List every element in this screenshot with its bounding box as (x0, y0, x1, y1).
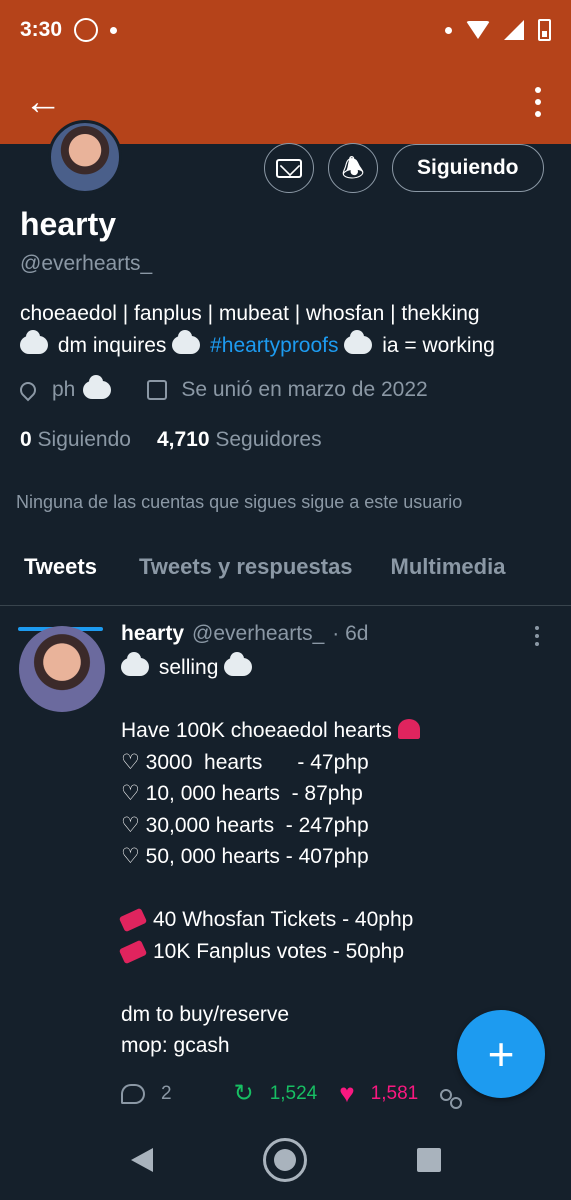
following-count-link[interactable]: 0 Siguiendo (20, 428, 131, 452)
cloud-icon (20, 330, 48, 354)
notification-dot-icon (110, 26, 118, 34)
ticket-icon (118, 907, 148, 933)
followers-count: 4,710 (156, 428, 210, 451)
signal-icon (504, 20, 524, 40)
bio-line-2: dm inquires #heartyproofs ia = working (20, 330, 560, 362)
bio-dm-inquires: dm inquires (57, 334, 167, 357)
tweet-selling-text: selling (158, 656, 219, 679)
profile-tabs: Tweets Tweets y respuestas Multimedia (0, 548, 571, 631)
mutual-followers-notice: Ninguna de las cuentas que sigues sigue … (16, 492, 463, 512)
cloud-icon (172, 330, 201, 354)
cloud-icon (121, 652, 149, 676)
tweet-price-line: ♡ 10, 000 hearts - 87php (121, 782, 363, 805)
tweet-have-text: Have 100K choeaedol hearts (121, 719, 392, 742)
tweet-author-handle: @everhearts_ (192, 622, 325, 645)
more-options-icon[interactable] (529, 83, 547, 121)
tweet-price-line: ♡ 50, 000 hearts - 407php (121, 845, 369, 868)
tweet-price-line: ♡ 3000 hearts - 47php (121, 750, 369, 774)
profile-bio: choeaedol | fanplus | mubeat | whosfan |… (20, 298, 560, 362)
tweet-ticket-text: 40 Whosfan Tickets - 40php (153, 908, 414, 931)
retweet-icon: ↻ (233, 1080, 254, 1107)
notification-dot-icon (445, 26, 452, 34)
cloud-icon (224, 652, 253, 676)
cloud-icon (83, 375, 112, 399)
reply-button[interactable]: 2 (121, 1083, 172, 1105)
status-time: 3:30 (20, 18, 63, 41)
profile-actions: 🕭 Siguiendo (264, 143, 544, 193)
share-button[interactable] (440, 1083, 463, 1109)
system-nav-bar (0, 1120, 571, 1200)
battery-icon (538, 19, 551, 41)
followers-count-link[interactable]: 4,710 Seguidores (157, 428, 322, 452)
message-button[interactable] (264, 143, 314, 193)
cloud-icon (344, 330, 373, 354)
following-button[interactable]: Siguiendo (392, 144, 544, 192)
tab-tweets[interactable]: Tweets (18, 548, 103, 631)
retweet-button[interactable]: ↻ 1,524 (234, 1079, 318, 1108)
nav-back-icon[interactable] (130, 1148, 153, 1172)
tweet-line-have: Have 100K choeaedol hearts (121, 715, 551, 747)
status-bar: 3:30 (0, 0, 571, 60)
tweet-ticket-line: 10K Fanplus votes - 50php (118, 936, 551, 968)
ticket-icon (118, 939, 148, 964)
following-label: Siguiendo (37, 428, 131, 451)
tweet-time: · 6d (332, 622, 369, 645)
like-button[interactable]: ♥ 1,581 (339, 1078, 418, 1109)
tweet-ticket-text: 10K Fanplus votes - 50php (153, 939, 404, 963)
tweet-ticket-line: 40 Whosfan Tickets - 40php (118, 904, 551, 936)
tweet-price-line: ♡ 30,000 hearts - 247php (121, 813, 369, 837)
following-count: 0 (20, 428, 32, 451)
share-icon (440, 1083, 463, 1109)
tweet-line-selling: selling (121, 652, 551, 684)
wifi-icon (466, 21, 490, 39)
retweet-count: 1,524 (269, 1082, 318, 1104)
profile-name: hearty (20, 206, 117, 242)
tab-tweets-replies[interactable]: Tweets y respuestas (139, 548, 353, 605)
compose-tweet-button[interactable]: + (457, 1010, 545, 1098)
profile-meta: ph Se unió en marzo de 2022 (16, 375, 428, 402)
back-arrow-icon[interactable]: ← (24, 83, 62, 121)
tweet-author-name[interactable]: hearty (121, 622, 184, 646)
notifications-button[interactable]: 🕭 (328, 143, 378, 193)
whatsapp-icon (74, 18, 99, 42)
followers-label: Seguidores (215, 428, 322, 451)
bio-line-1: choeaedol | fanplus | mubeat | whosfan |… (20, 302, 480, 325)
bio-ia-working: ia = working (382, 334, 495, 357)
tweet-more-icon[interactable] (535, 626, 539, 646)
tweet-body: selling Have 100K choeaedol hearts ♡ 300… (118, 652, 551, 1062)
follow-counts: 0 Siguiendo 4,710 Seguidores (20, 428, 322, 452)
nav-home-icon[interactable] (262, 1138, 307, 1182)
tweet-avatar[interactable] (19, 626, 105, 712)
profile-location: ph (52, 378, 76, 401)
mail-icon (276, 158, 302, 178)
profile-handle: @everhearts_ (20, 252, 153, 275)
tab-media[interactable]: Multimedia (391, 548, 506, 605)
profile-avatar[interactable] (48, 120, 122, 194)
reply-count: 2 (161, 1082, 172, 1104)
heart-icon: ♥ (339, 1078, 355, 1108)
tweet-header: hearty @everhearts_ · 6d (121, 622, 368, 646)
calendar-icon (147, 380, 168, 400)
reply-icon (121, 1083, 145, 1104)
bell-plus-icon: 🕭 (341, 153, 365, 183)
sparkling-heart-icon (397, 719, 420, 739)
like-count: 1,581 (370, 1082, 419, 1104)
hashtag-link[interactable]: #heartyproofs (210, 334, 338, 357)
location-pin-icon (16, 378, 40, 402)
plus-icon: + (487, 1028, 515, 1080)
nav-recents-icon[interactable] (416, 1148, 441, 1172)
profile-joined: Se unió en marzo de 2022 (181, 378, 428, 401)
